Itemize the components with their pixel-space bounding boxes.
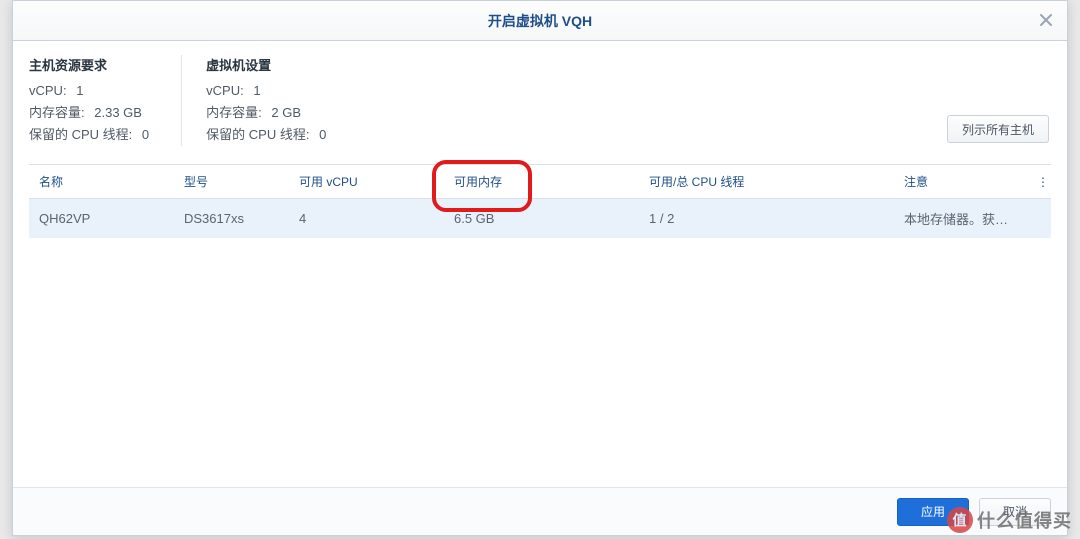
cell-vcpu: 4 [289,199,444,239]
vm-settings-heading: 虚拟机设置 [206,55,326,74]
vm-reserved-label: 保留的 CPU 线程: [206,124,309,146]
vm-vcpu-value: 1 [253,80,260,102]
host-vcpu-value: 1 [76,80,83,102]
dialog-title: 开启虚拟机 VQH [488,11,592,31]
dialog-window: 开启虚拟机 VQH 主机资源要求 vCPU: 1 内存容量: 2.33 GB 保… [12,0,1068,536]
table-header-row: 名称 型号 可用 vCPU 可用内存 可用/总 CPU 线程 注意 ⋮ [29,165,1051,199]
vm-vcpu-row: vCPU: 1 [206,80,326,102]
cancel-button[interactable]: 取消 [979,498,1051,526]
col-header-mem[interactable]: 可用内存 [444,165,639,199]
host-reserved-label: 保留的 CPU 线程: [29,124,132,146]
hosts-table: 名称 型号 可用 vCPU 可用内存 可用/总 CPU 线程 注意 ⋮ QH62… [29,164,1051,238]
hosts-table-wrap: 名称 型号 可用 vCPU 可用内存 可用/总 CPU 线程 注意 ⋮ QH62… [29,164,1051,487]
host-requirements-heading: 主机资源要求 [29,55,149,74]
vm-mem-value: 2 GB [271,102,301,124]
list-all-hosts-button[interactable]: 列示所有主机 [947,115,1049,143]
table-row[interactable]: QH62VP DS3617xs 4 6.5 GB 1 / 2 本地存储器。获得.… [29,199,1051,239]
host-mem-row: 内存容量: 2.33 GB [29,102,149,124]
vm-mem-label: 内存容量: [206,102,262,124]
host-reserved-row: 保留的 CPU 线程: 0 [29,124,149,146]
vm-reserved-value: 0 [319,124,326,146]
resource-summary: 主机资源要求 vCPU: 1 内存容量: 2.33 GB 保留的 CPU 线程:… [29,55,1051,146]
cell-model: DS3617xs [174,199,289,239]
dialog-footer: 应用 取消 [13,487,1067,535]
cell-note: 本地存储器。获得... [894,199,1027,239]
col-header-name[interactable]: 名称 [29,165,174,199]
host-mem-value: 2.33 GB [94,102,142,124]
close-icon[interactable] [1037,11,1055,29]
vm-vcpu-label: vCPU: [206,80,244,102]
col-header-threads[interactable]: 可用/总 CPU 线程 [639,165,894,199]
cell-mem: 6.5 GB [444,199,639,239]
host-vcpu-label: vCPU: [29,80,67,102]
col-header-vcpu[interactable]: 可用 vCPU [289,165,444,199]
vm-mem-row: 内存容量: 2 GB [206,102,326,124]
host-requirements-block: 主机资源要求 vCPU: 1 内存容量: 2.33 GB 保留的 CPU 线程:… [29,55,181,146]
col-header-more-icon[interactable]: ⋮ [1027,165,1051,199]
host-mem-label: 内存容量: [29,102,85,124]
cell-threads: 1 / 2 [639,199,894,239]
cell-name: QH62VP [29,199,174,239]
dialog-body: 主机资源要求 vCPU: 1 内存容量: 2.33 GB 保留的 CPU 线程:… [13,41,1067,487]
host-vcpu-row: vCPU: 1 [29,80,149,102]
col-header-model[interactable]: 型号 [174,165,289,199]
host-reserved-value: 0 [142,124,149,146]
cell-empty [1027,199,1051,239]
col-header-note[interactable]: 注意 [894,165,1027,199]
vm-settings-block: 虚拟机设置 vCPU: 1 内存容量: 2 GB 保留的 CPU 线程: 0 [181,55,358,146]
vm-reserved-row: 保留的 CPU 线程: 0 [206,124,326,146]
dialog-header: 开启虚拟机 VQH [13,1,1067,41]
apply-button[interactable]: 应用 [897,498,969,526]
